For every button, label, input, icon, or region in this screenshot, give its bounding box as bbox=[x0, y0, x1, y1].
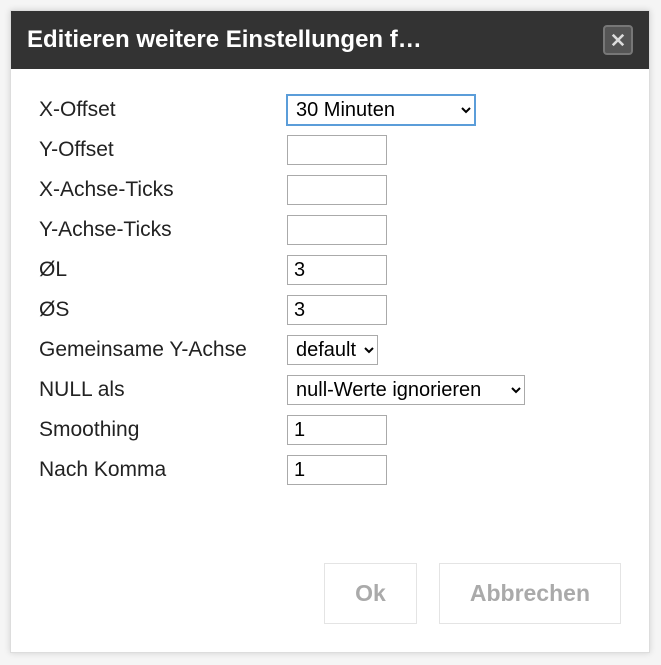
label-y-offset: Y-Offset bbox=[39, 138, 287, 162]
row-common-y: Gemeinsame Y-Achse default bbox=[39, 333, 621, 367]
label-common-y: Gemeinsame Y-Achse bbox=[39, 338, 287, 362]
close-button[interactable] bbox=[603, 25, 633, 55]
row-null-as: NULL als null-Werte ignorieren bbox=[39, 373, 621, 407]
label-avg-s: ØS bbox=[39, 298, 287, 322]
label-avg-l: ØL bbox=[39, 258, 287, 282]
row-y-ticks: Y-Achse-Ticks bbox=[39, 213, 621, 247]
label-null-as: NULL als bbox=[39, 378, 287, 402]
ok-button[interactable]: Ok bbox=[324, 563, 417, 624]
label-smoothing: Smoothing bbox=[39, 418, 287, 442]
close-icon bbox=[611, 33, 625, 47]
y-ticks-input[interactable] bbox=[287, 215, 387, 245]
label-x-ticks: X-Achse-Ticks bbox=[39, 178, 287, 202]
smoothing-input[interactable] bbox=[287, 415, 387, 445]
dialog-body: X-Offset 30 Minuten Y-Offset X-Achse-Tic… bbox=[11, 69, 649, 503]
cancel-button[interactable]: Abbrechen bbox=[439, 563, 621, 624]
null-as-select[interactable]: null-Werte ignorieren bbox=[287, 375, 525, 405]
row-avg-l: ØL bbox=[39, 253, 621, 287]
x-ticks-input[interactable] bbox=[287, 175, 387, 205]
label-y-ticks: Y-Achse-Ticks bbox=[39, 218, 287, 242]
dialog-title: Editieren weitere Einstellungen f… bbox=[27, 26, 603, 54]
row-x-ticks: X-Achse-Ticks bbox=[39, 173, 621, 207]
dialog-buttonbar: Ok Abbrechen bbox=[11, 503, 649, 652]
row-smoothing: Smoothing bbox=[39, 413, 621, 447]
decimals-input[interactable] bbox=[287, 455, 387, 485]
y-offset-input[interactable] bbox=[287, 135, 387, 165]
dialog-titlebar: Editieren weitere Einstellungen f… bbox=[11, 11, 649, 69]
label-decimals: Nach Komma bbox=[39, 458, 287, 482]
avg-l-input[interactable] bbox=[287, 255, 387, 285]
common-y-select[interactable]: default bbox=[287, 335, 378, 365]
row-y-offset: Y-Offset bbox=[39, 133, 621, 167]
label-x-offset: X-Offset bbox=[39, 98, 287, 122]
row-avg-s: ØS bbox=[39, 293, 621, 327]
x-offset-select[interactable]: 30 Minuten bbox=[287, 95, 475, 125]
row-decimals: Nach Komma bbox=[39, 453, 621, 487]
settings-dialog: Editieren weitere Einstellungen f… X-Off… bbox=[10, 10, 650, 653]
avg-s-input[interactable] bbox=[287, 295, 387, 325]
row-x-offset: X-Offset 30 Minuten bbox=[39, 93, 621, 127]
